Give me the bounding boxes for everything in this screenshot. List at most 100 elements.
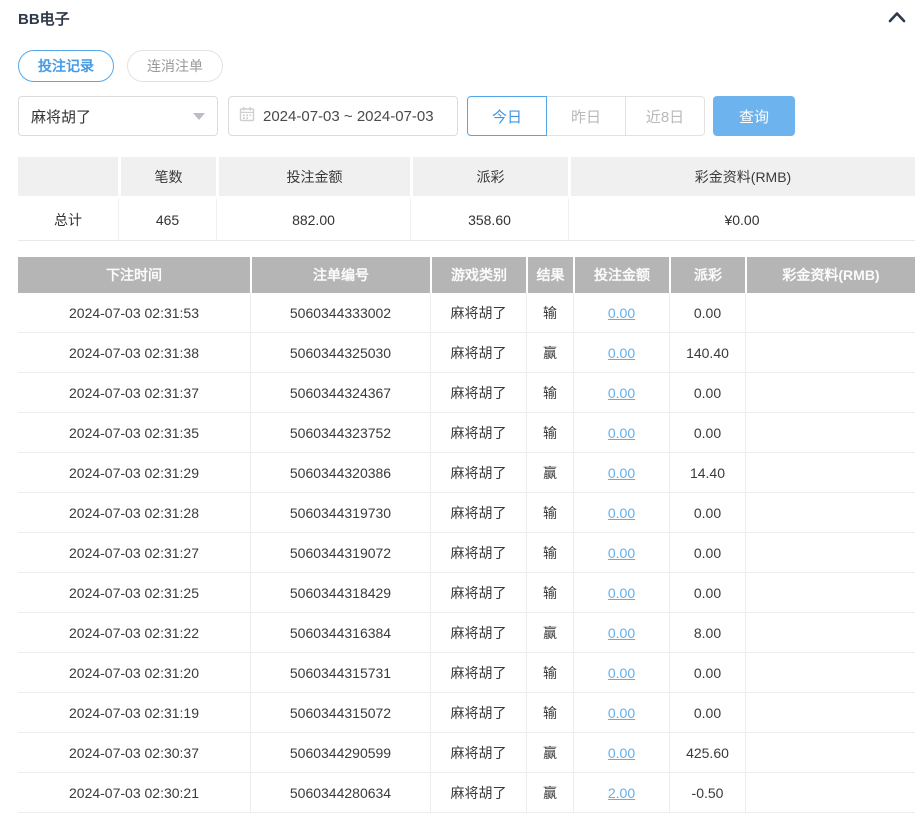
summary-payout: 358.60 — [410, 199, 568, 241]
bet-amount-link[interactable]: 2.00 — [608, 785, 635, 801]
result-cell: 赢 — [526, 453, 573, 493]
result-cell: 输 — [526, 293, 573, 333]
summary-header-cell — [18, 157, 118, 199]
order-id-cell: 5060344316384 — [250, 613, 430, 653]
bet-time-cell: 2024-07-03 02:31:20 — [18, 653, 250, 693]
order-id-cell: 5060344319072 — [250, 533, 430, 573]
bet-amount-link[interactable]: 0.00 — [608, 585, 635, 601]
table-row: 2024-07-03 02:31:25 5060344318429 麻将胡了输 0.0… — [18, 573, 915, 613]
summary-count: 465 — [118, 199, 216, 241]
bet-time-cell: 2024-07-03 02:31:35 — [18, 413, 250, 453]
bonus-cell — [745, 733, 915, 773]
game-select[interactable]: 麻将胡了 — [18, 96, 218, 136]
summary-header-cell: 派彩 — [410, 157, 568, 199]
bet-amount-cell: 0.00 — [573, 453, 669, 493]
order-id-cell: 5060344315072 — [250, 693, 430, 733]
payout-cell: -0.50 — [669, 773, 745, 813]
bet-amount-link[interactable]: 0.00 — [608, 465, 635, 481]
bonus-cell — [745, 773, 915, 813]
bonus-cell — [745, 653, 915, 693]
date-range-input[interactable]: 2024-07-03 ~ 2024-07-03 — [228, 96, 458, 136]
summary-header-row: 笔数 投注金额 派彩 彩金资料(RMB) — [18, 157, 915, 199]
bet-amount-cell: 0.00 — [573, 493, 669, 533]
bet-amount-link[interactable]: 0.00 — [608, 425, 635, 441]
bet-amount-link[interactable]: 0.00 — [608, 745, 635, 761]
bet-time-cell: 2024-07-03 02:31:28 — [18, 493, 250, 533]
date-range-value: 2024-07-03 ~ 2024-07-03 — [263, 107, 434, 125]
bet-time-cell: 2024-07-03 02:31:38 — [18, 333, 250, 373]
order-id-cell: 5060344325030 — [250, 333, 430, 373]
collapse-button[interactable] — [886, 8, 908, 28]
game-type-cell: 麻将胡了 — [430, 493, 526, 533]
bonus-cell — [745, 333, 915, 373]
result-cell: 赢 — [526, 613, 573, 653]
result-cell: 赢 — [526, 733, 573, 773]
payout-cell: 425.60 — [669, 733, 745, 773]
summary-table: 笔数 投注金额 派彩 彩金资料(RMB) 总计 465 882.00 358.60 ¥… — [18, 157, 915, 241]
order-id-cell: 5060344320386 — [250, 453, 430, 493]
bet-time-cell: 2024-07-03 02:30:21 — [18, 773, 250, 813]
bet-time-cell: 2024-07-03 02:31:25 — [18, 573, 250, 613]
search-button[interactable]: 查询 — [713, 96, 795, 136]
today-button[interactable]: 今日 — [467, 96, 547, 136]
bet-amount-link[interactable]: 0.00 — [608, 505, 635, 521]
records-header-row: 下注时间 注单编号 游戏类别 结果 投注金额 派彩 彩金资料(RMB) — [18, 257, 915, 293]
records-header-cell: 下注时间 — [18, 257, 250, 293]
table-row: 2024-07-03 02:31:19 5060344315072 麻将胡了输 0.0… — [18, 693, 915, 733]
payout-cell: 140.40 — [669, 333, 745, 373]
tab-bet-records[interactable]: 投注记录 — [18, 50, 114, 82]
record-type-tabs: 投注记录 连消注单 — [18, 50, 915, 82]
bet-amount-cell: 0.00 — [573, 573, 669, 613]
bet-amount-link[interactable]: 0.00 — [608, 385, 635, 401]
bet-time-cell: 2024-07-03 02:31:19 — [18, 693, 250, 733]
bet-amount-link[interactable]: 0.00 — [608, 345, 635, 361]
order-id-cell: 5060344280634 — [250, 773, 430, 813]
bet-amount-cell: 0.00 — [573, 373, 669, 413]
bet-amount-link[interactable]: 0.00 — [608, 305, 635, 321]
game-type-cell: 麻将胡了 — [430, 293, 526, 333]
bet-amount-cell: 0.00 — [573, 533, 669, 573]
result-cell: 输 — [526, 493, 573, 533]
game-select-value: 麻将胡了 — [31, 108, 92, 126]
result-cell: 输 — [526, 413, 573, 453]
game-type-cell: 麻将胡了 — [430, 373, 526, 413]
bet-amount-cell: 0.00 — [573, 653, 669, 693]
summary-bet-amount: 882.00 — [216, 199, 410, 241]
bet-amount-link[interactable]: 0.00 — [608, 705, 635, 721]
panel-header: BB电子 — [18, 8, 915, 28]
calendar-icon — [239, 106, 255, 126]
page-title: BB电子 — [18, 10, 70, 28]
bet-amount-cell: 0.00 — [573, 333, 669, 373]
summary-header-cell: 笔数 — [118, 157, 216, 199]
summary-total-label: 总计 — [18, 199, 118, 241]
bet-amount-link[interactable]: 0.00 — [608, 665, 635, 681]
result-cell: 输 — [526, 373, 573, 413]
bet-amount-link[interactable]: 0.00 — [608, 625, 635, 641]
payout-cell: 0.00 — [669, 373, 745, 413]
bet-amount-cell: 0.00 — [573, 693, 669, 733]
table-row: 2024-07-03 02:31:28 5060344319730 麻将胡了输 0.0… — [18, 493, 915, 533]
payout-cell: 0.00 — [669, 653, 745, 693]
result-cell: 输 — [526, 693, 573, 733]
table-row: 2024-07-03 02:31:37 5060344324367 麻将胡了输 0.0… — [18, 373, 915, 413]
bet-amount-link[interactable]: 0.00 — [608, 545, 635, 561]
bb-electronic-panel: BB电子 投注记录 连消注单 麻将胡了 2024-07-03 ~ 2024-07… — [18, 8, 915, 813]
game-type-cell: 麻将胡了 — [430, 653, 526, 693]
summary-bonus: ¥0.00 — [568, 199, 915, 241]
bet-time-cell: 2024-07-03 02:31:53 — [18, 293, 250, 333]
bet-time-cell: 2024-07-03 02:31:27 — [18, 533, 250, 573]
game-type-cell: 麻将胡了 — [430, 733, 526, 773]
result-cell: 输 — [526, 653, 573, 693]
table-row: 2024-07-03 02:31:35 5060344323752 麻将胡了输 0.0… — [18, 413, 915, 453]
bet-amount-cell: 0.00 — [573, 293, 669, 333]
result-cell: 赢 — [526, 773, 573, 813]
bonus-cell — [745, 293, 915, 333]
bonus-cell — [745, 533, 915, 573]
tab-cancelled-orders[interactable]: 连消注单 — [127, 50, 223, 82]
yesterday-button[interactable]: 昨日 — [546, 96, 626, 136]
bonus-cell — [745, 373, 915, 413]
last-8-days-button[interactable]: 近8日 — [625, 96, 705, 136]
game-type-cell: 麻将胡了 — [430, 333, 526, 373]
order-id-cell: 5060344333002 — [250, 293, 430, 333]
result-cell: 输 — [526, 533, 573, 573]
